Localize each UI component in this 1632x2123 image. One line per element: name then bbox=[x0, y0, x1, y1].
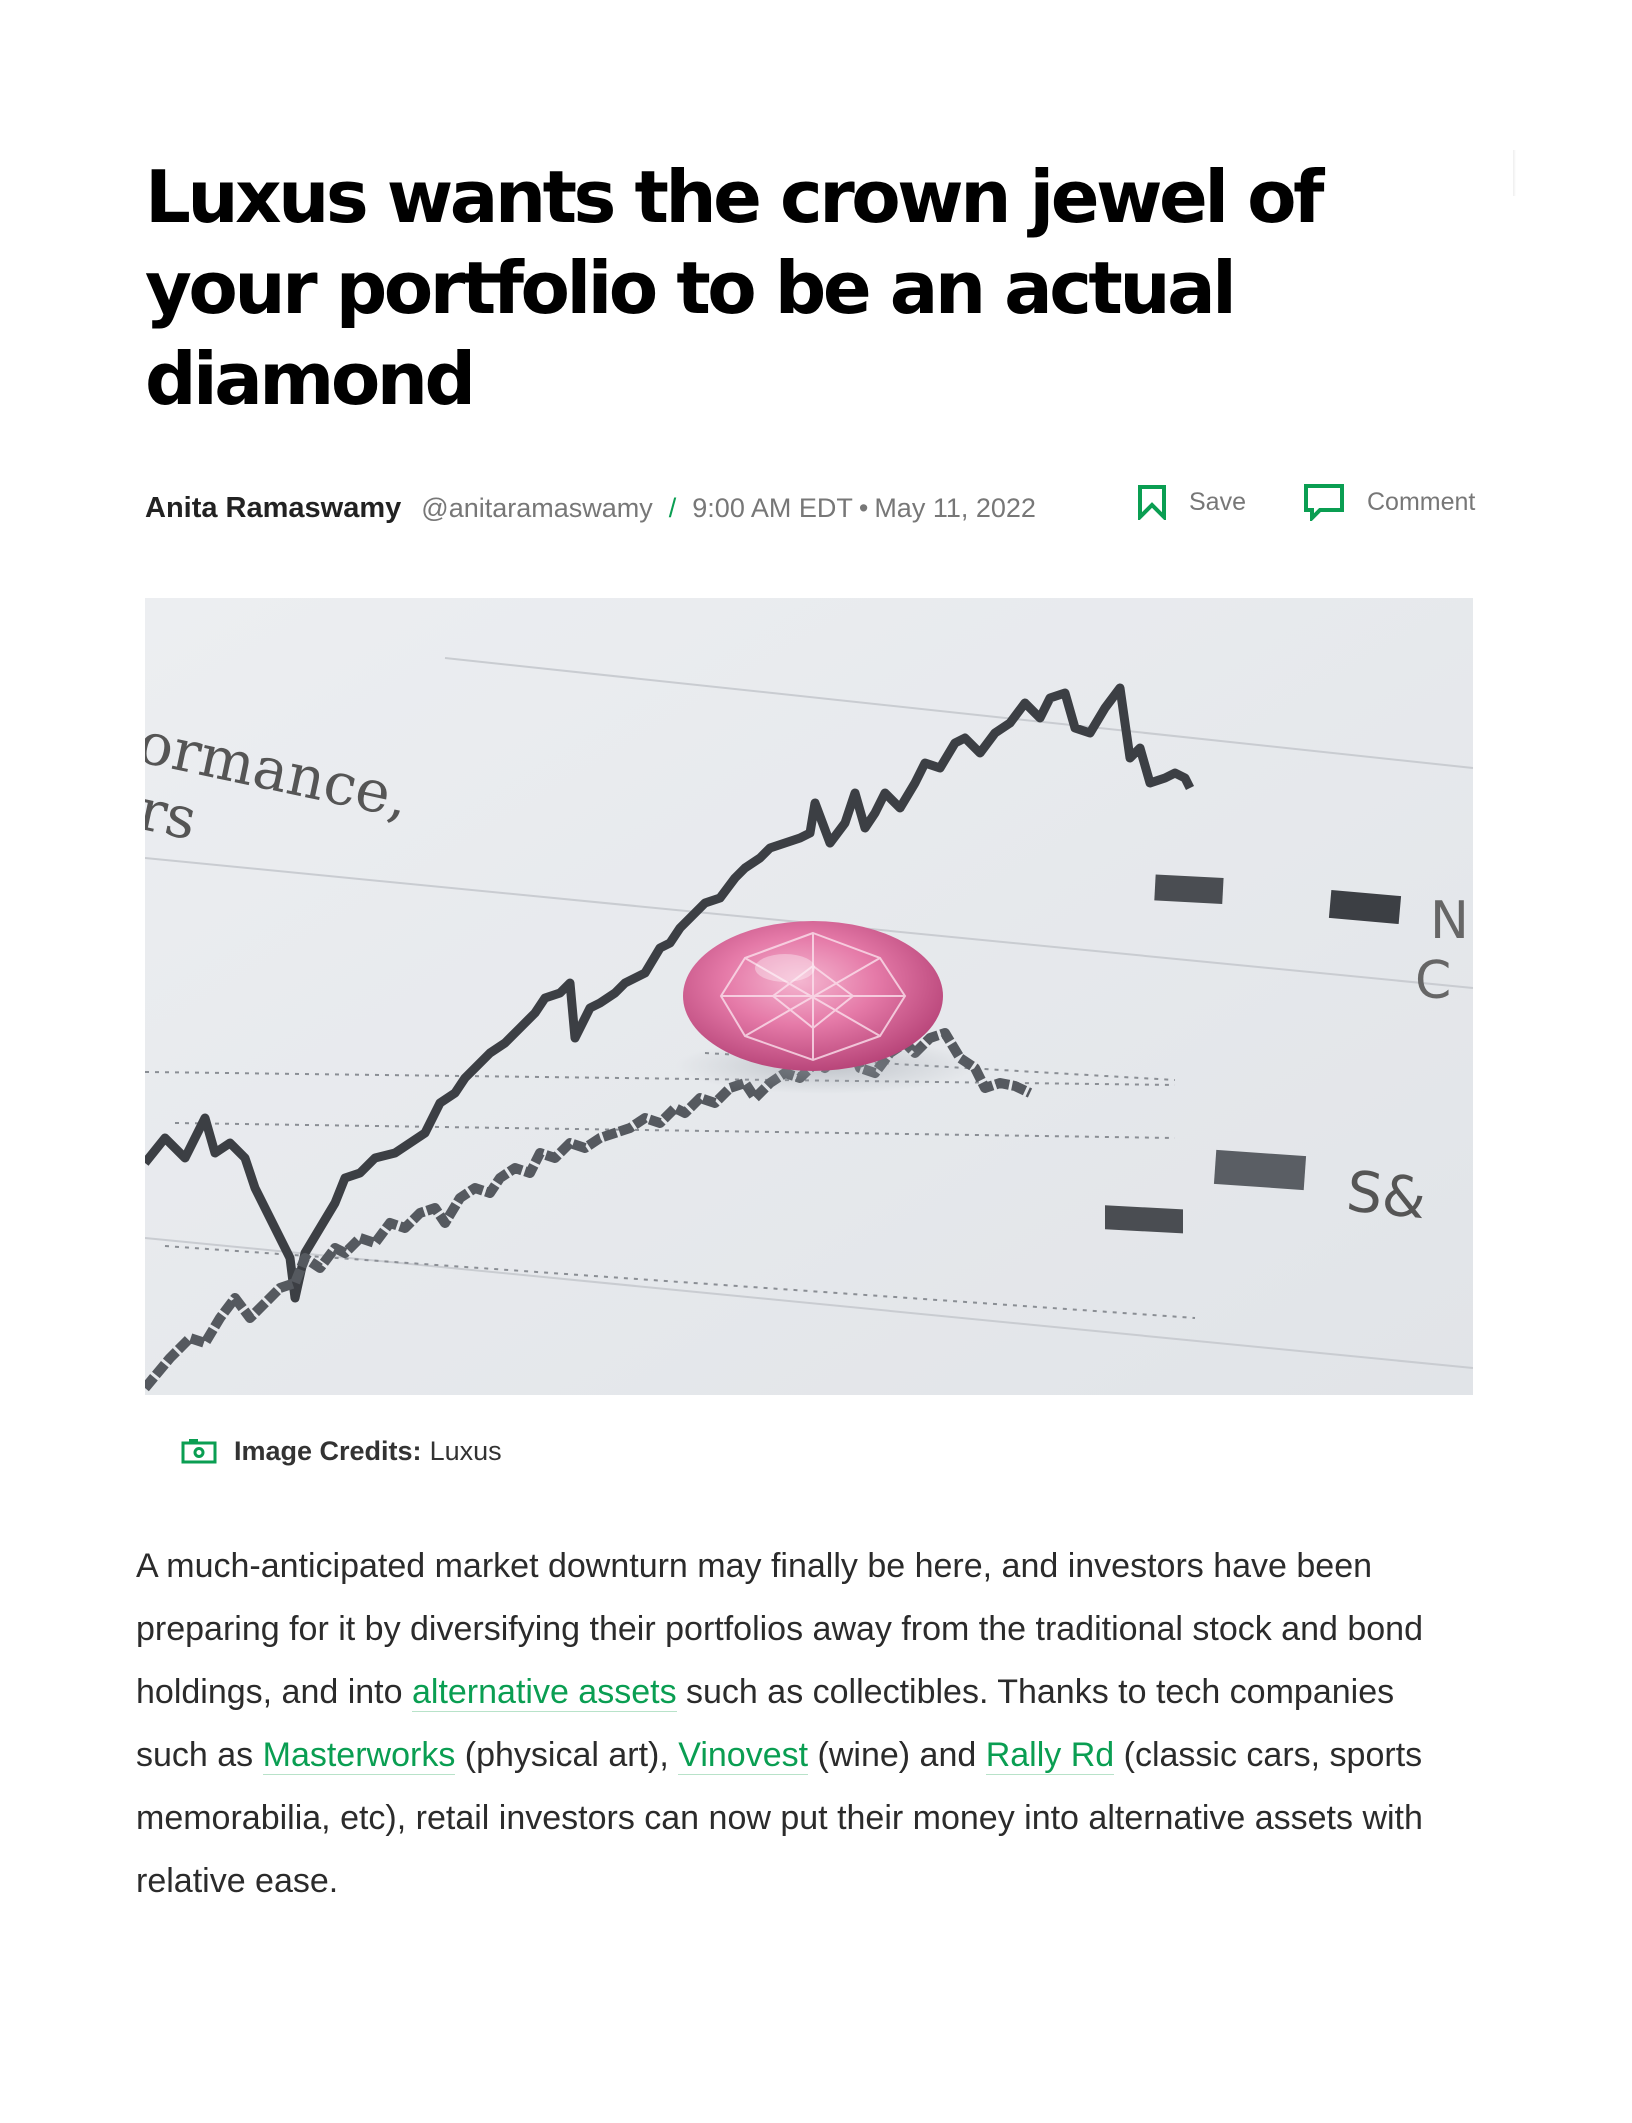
save-label: Save bbox=[1189, 487, 1246, 516]
rally-rd-link[interactable]: Rally Rd bbox=[985, 1736, 1115, 1775]
meta-dot: • bbox=[858, 492, 869, 523]
legend-swatch-sp bbox=[1213, 1149, 1307, 1191]
alternative-assets-link[interactable]: alternative assets bbox=[411, 1673, 677, 1712]
hero-text-c: C bbox=[1415, 951, 1451, 1011]
page-edge-shadow bbox=[1513, 150, 1516, 196]
publish-time: 9:00 AM EDT bbox=[692, 492, 853, 523]
byline: Anita Ramaswamy @anitaramaswamy / 9:00 A… bbox=[145, 488, 1036, 528]
publish-date: May 11, 2022 bbox=[874, 492, 1036, 523]
save-button[interactable]: Save bbox=[1137, 480, 1246, 524]
comment-icon bbox=[1304, 484, 1344, 521]
bookmark-icon bbox=[1138, 485, 1166, 520]
masterworks-link[interactable]: Masterworks bbox=[262, 1736, 456, 1775]
camera-icon bbox=[181, 1439, 217, 1464]
legend-swatch-upper bbox=[1105, 1205, 1183, 1234]
author-handle-link[interactable]: @anitaramaswamy bbox=[421, 493, 652, 524]
hero-text-n: N bbox=[1430, 891, 1469, 951]
vinovest-link[interactable]: Vinovest bbox=[678, 1736, 809, 1775]
image-credits: Image Credits: Luxus bbox=[181, 1433, 502, 1469]
byline-separator: / bbox=[668, 492, 677, 523]
legend-swatch-lower bbox=[1154, 874, 1224, 904]
comment-label: Comment bbox=[1367, 487, 1476, 516]
body-text-segment: (physical art), bbox=[455, 1736, 679, 1774]
article-title: Luxus wants the crown jewel of your port… bbox=[145, 155, 1324, 421]
pink-diamond bbox=[683, 921, 943, 1071]
hero-text-sp: S& bbox=[1344, 1159, 1430, 1232]
article-body-paragraph: A much-anticipated market downturn may f… bbox=[136, 1535, 1466, 1913]
author-link[interactable]: Anita Ramaswamy bbox=[145, 492, 401, 525]
comment-button[interactable]: Comment bbox=[1303, 480, 1475, 524]
image-credits-value: Luxus bbox=[429, 1435, 502, 1466]
hero-image: ormance, rs N C S& bbox=[145, 598, 1473, 1395]
image-credits-label: Image Credits: bbox=[234, 1435, 422, 1466]
body-text-segment: (wine) and bbox=[808, 1736, 986, 1774]
hero-illustration: ormance, rs N C S& bbox=[145, 598, 1473, 1395]
